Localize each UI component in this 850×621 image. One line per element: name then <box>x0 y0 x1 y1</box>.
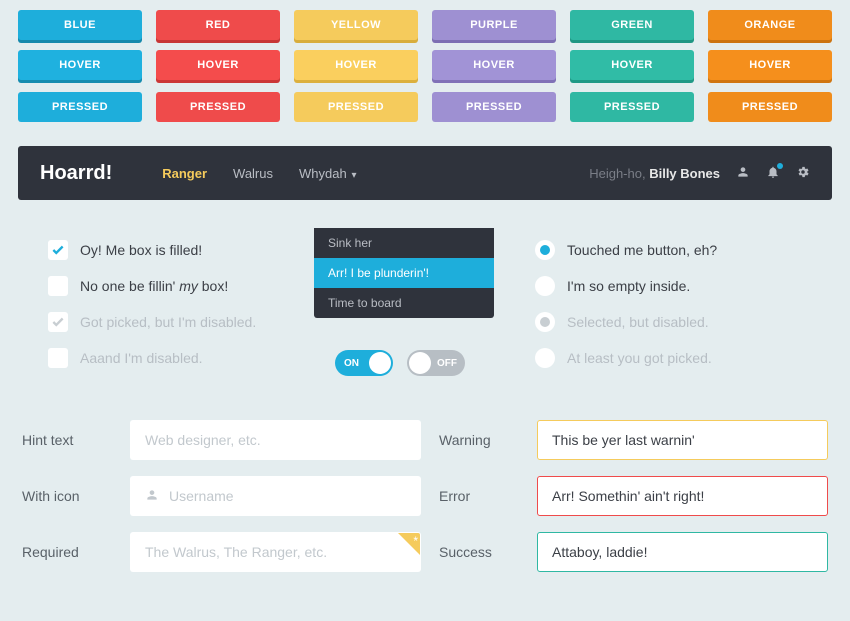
button-green-pressed[interactable]: PRESSED <box>570 92 694 122</box>
radio-column: Touched me button, eh? I'm so empty insi… <box>535 240 802 384</box>
button-purple[interactable]: PURPLE <box>432 10 556 40</box>
checkbox-label: Got picked, but I'm disabled. <box>80 314 256 330</box>
input-placeholder: Web designer, etc. <box>145 432 261 448</box>
button-blue-pressed[interactable]: PRESSED <box>18 92 142 122</box>
field-label-success: Success <box>439 544 519 560</box>
input-warning[interactable]: This be yer last warnin' <box>537 420 828 460</box>
radio-label: Touched me button, eh? <box>567 242 717 258</box>
checkbox-row: Oy! Me box is filled! <box>48 240 315 260</box>
checkbox-unchecked-disabled <box>48 348 68 368</box>
toggle-group: ON OFF <box>335 350 515 376</box>
button-red[interactable]: RED <box>156 10 280 40</box>
field-label-error: Error <box>439 488 519 504</box>
input-value: Attaboy, laddie! <box>552 544 647 560</box>
radio-selected-disabled <box>535 312 555 332</box>
toggle-on[interactable]: ON <box>335 350 393 376</box>
greeting: Heigh-ho, Billy Bones <box>589 166 720 181</box>
nav-link-whydah-label: Whydah <box>299 166 347 181</box>
user-icon[interactable] <box>736 165 750 182</box>
radio-unselected-disabled <box>535 348 555 368</box>
chevron-down-icon: ▾ <box>349 170 357 181</box>
field-label-icon: With icon <box>22 488 112 504</box>
field-label-warning: Warning <box>439 432 519 448</box>
required-star-icon <box>398 533 420 555</box>
bell-icon[interactable] <box>766 165 780 182</box>
input-placeholder: The Walrus, The Ranger, etc. <box>145 544 327 560</box>
button-green[interactable]: GREEN <box>570 10 694 40</box>
notification-dot <box>777 163 783 169</box>
brand-logo[interactable]: Hoarrd! <box>40 162 112 185</box>
dropdown-item-selected[interactable]: Arr! I be plunderin'! <box>314 258 494 288</box>
checkbox-label: Aaand I'm disabled. <box>80 350 203 366</box>
button-orange-pressed[interactable]: PRESSED <box>708 92 832 122</box>
button-orange-hover[interactable]: HOVER <box>708 50 832 80</box>
toggle-on-label: ON <box>344 358 359 369</box>
input-value: This be yer last warnin' <box>552 432 695 448</box>
checkbox-checked-disabled <box>48 312 68 332</box>
greeting-name: Billy Bones <box>649 166 720 181</box>
radio-label: I'm so empty inside. <box>567 278 690 294</box>
button-blue[interactable]: BLUE <box>18 10 142 40</box>
input-hint[interactable]: Web designer, etc. <box>130 420 421 460</box>
checkbox-column: Oy! Me box is filled! No one be fillin' … <box>48 240 315 384</box>
button-purple-hover[interactable]: HOVER <box>432 50 556 80</box>
dropdown-item[interactable]: Time to board <box>314 288 494 318</box>
radio-label: Selected, but disabled. <box>567 314 709 330</box>
nav-right: Heigh-ho, Billy Bones <box>589 165 810 182</box>
field-label-hint: Hint text <box>22 432 112 448</box>
radio-row: Touched me button, eh? <box>535 240 802 260</box>
input-error[interactable]: Arr! Somethin' ain't right! <box>537 476 828 516</box>
nav-links: Ranger Walrus Whydah ▾ <box>162 166 356 181</box>
button-purple-pressed[interactable]: PRESSED <box>432 92 556 122</box>
toggle-knob <box>369 352 391 374</box>
radio-row-disabled: At least you got picked. <box>535 348 802 368</box>
radio-row-disabled: Selected, but disabled. <box>535 312 802 332</box>
input-fields: Hint text Web designer, etc. Warning Thi… <box>18 420 832 572</box>
button-orange[interactable]: ORANGE <box>708 10 832 40</box>
checkbox-unchecked[interactable] <box>48 276 68 296</box>
checkbox-label: Oy! Me box is filled! <box>80 242 202 258</box>
checkbox-row-disabled: Aaand I'm disabled. <box>48 348 315 368</box>
navbar: Hoarrd! Ranger Walrus Whydah ▾ Heigh-ho,… <box>18 146 832 200</box>
input-success[interactable]: Attaboy, laddie! <box>537 532 828 572</box>
button-grid: BLUE RED YELLOW PURPLE GREEN ORANGE HOVE… <box>18 10 832 120</box>
radio-row: I'm so empty inside. <box>535 276 802 296</box>
radio-label: At least you got picked. <box>567 350 712 366</box>
nav-link-walrus[interactable]: Walrus <box>233 166 273 181</box>
input-value: Arr! Somethin' ain't right! <box>552 488 704 504</box>
button-blue-hover[interactable]: HOVER <box>18 50 142 80</box>
toggle-off[interactable]: OFF <box>407 350 465 376</box>
toggle-off-label: OFF <box>437 358 457 369</box>
checkbox-row-disabled: Got picked, but I'm disabled. <box>48 312 315 332</box>
input-with-icon[interactable]: Username <box>130 476 421 516</box>
checkbox-label: No one be fillin' my box! <box>80 278 228 294</box>
button-yellow-pressed[interactable]: PRESSED <box>294 92 418 122</box>
input-placeholder: Username <box>169 488 234 504</box>
radio-unselected[interactable] <box>535 276 555 296</box>
checkbox-checked[interactable] <box>48 240 68 260</box>
gear-icon[interactable] <box>796 165 810 182</box>
user-icon <box>145 488 159 505</box>
toggle-knob <box>409 352 431 374</box>
button-yellow[interactable]: YELLOW <box>294 10 418 40</box>
button-green-hover[interactable]: HOVER <box>570 50 694 80</box>
nav-link-whydah[interactable]: Whydah ▾ <box>299 166 357 181</box>
nav-link-ranger[interactable]: Ranger <box>162 166 207 181</box>
radio-selected[interactable] <box>535 240 555 260</box>
button-red-hover[interactable]: HOVER <box>156 50 280 80</box>
button-yellow-hover[interactable]: HOVER <box>294 50 418 80</box>
checkbox-row: No one be fillin' my box! <box>48 276 315 296</box>
button-red-pressed[interactable]: PRESSED <box>156 92 280 122</box>
dropdown-menu: Sink her Arr! I be plunderin'! Time to b… <box>314 228 494 318</box>
field-label-required: Required <box>22 544 112 560</box>
input-required[interactable]: The Walrus, The Ranger, etc. <box>130 532 421 572</box>
greeting-prefix: Heigh-ho, <box>589 166 649 181</box>
dropdown-item[interactable]: Sink her <box>314 228 494 258</box>
